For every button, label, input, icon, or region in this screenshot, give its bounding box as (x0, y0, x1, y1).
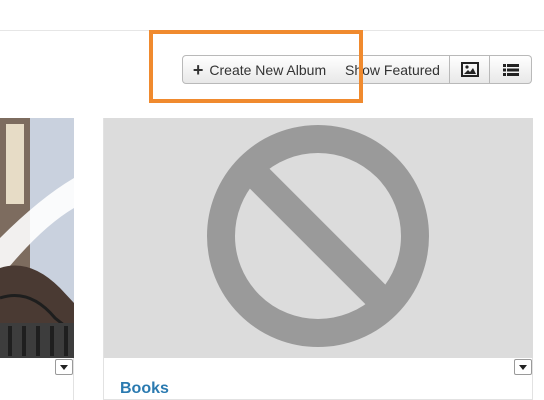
album-card[interactable]: Books (103, 118, 533, 400)
top-bar (0, 0, 544, 31)
album-cover-photo[interactable] (0, 118, 74, 358)
grid-view-button[interactable] (450, 55, 490, 84)
show-featured-button[interactable]: Show Featured (336, 55, 450, 84)
list-view-button[interactable] (490, 55, 532, 84)
create-new-album-label: Create New Album (209, 61, 327, 78)
album-title[interactable]: Books (120, 380, 169, 398)
album-card[interactable] (0, 118, 74, 400)
album-options-dropdown[interactable] (514, 359, 532, 375)
image-icon (460, 62, 479, 77)
album-cover-placeholder[interactable] (104, 118, 533, 358)
plus-icon: + (192, 59, 204, 80)
list-icon (502, 64, 519, 76)
create-new-album-button[interactable]: + Create New Album (182, 55, 337, 84)
no-image-icon (207, 125, 429, 347)
album-options-dropdown[interactable] (55, 359, 73, 375)
show-featured-label: Show Featured (345, 61, 440, 78)
